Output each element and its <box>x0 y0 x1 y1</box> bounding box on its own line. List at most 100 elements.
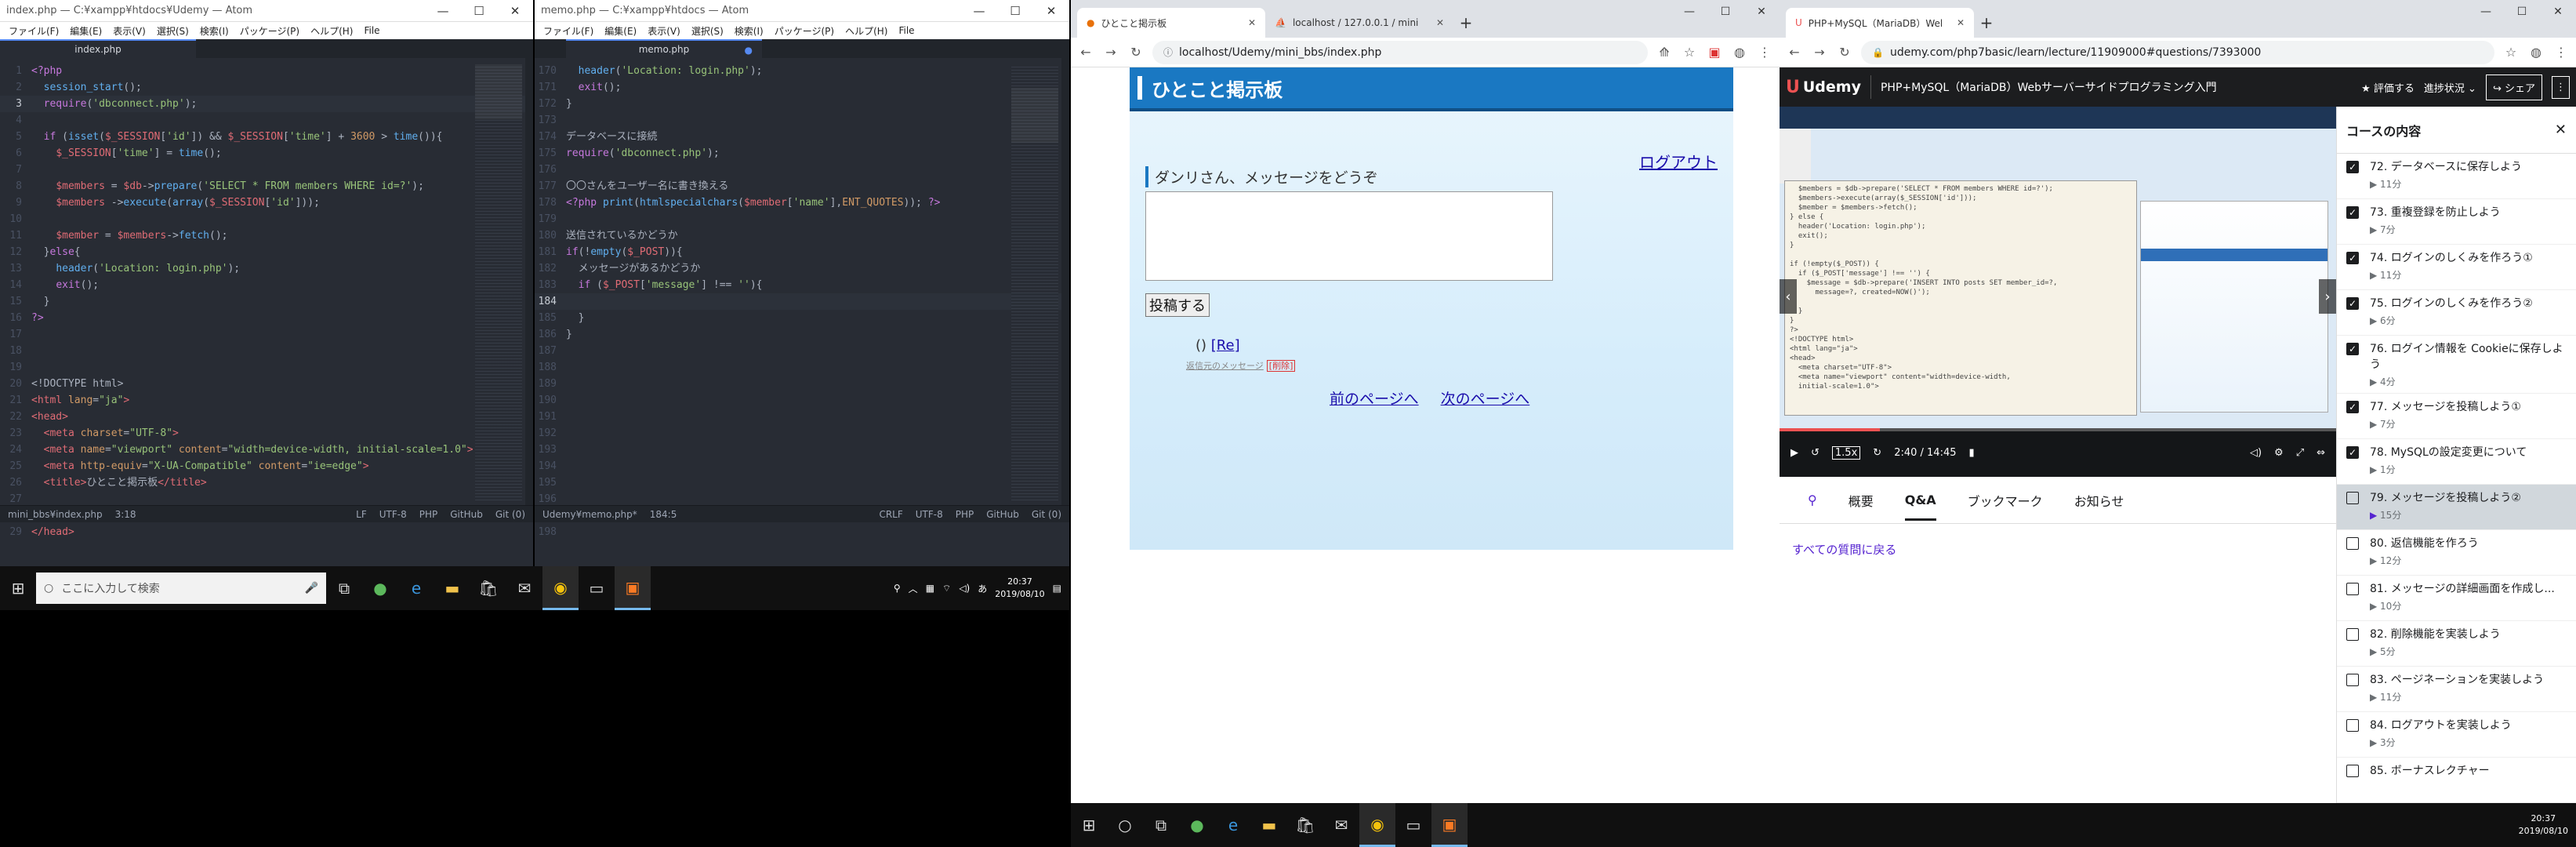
atom2-grammar[interactable]: PHP <box>956 509 974 520</box>
udemy-tab-0[interactable]: 概要 <box>1849 491 1874 510</box>
mail-icon[interactable]: ✉ <box>506 566 542 610</box>
lecture-checkbox[interactable]: ✓ <box>2346 401 2359 413</box>
minimize-icon[interactable]: — <box>2468 0 2504 24</box>
code-line[interactable]: 172} <box>535 96 1069 112</box>
code-line[interactable]: 26 <title>ひとこと掲示板</title> <box>0 474 533 491</box>
file-explorer-icon[interactable]: ▬ <box>434 566 470 610</box>
code-line[interactable]: 190 <box>535 392 1069 409</box>
star-icon[interactable]: ☆ <box>2502 45 2520 60</box>
code-line[interactable]: 179 <box>535 211 1069 227</box>
maximize-icon[interactable]: ☐ <box>2504 0 2540 24</box>
code-line[interactable]: 15 } <box>0 293 533 310</box>
lecture-item[interactable]: 80. 返信機能を作ろう ▶ 12分 <box>2337 530 2576 576</box>
code-line[interactable]: 8 $members = $db->prepare('SELECT * FROM… <box>0 178 533 194</box>
atom1-git[interactable]: Git (0) <box>495 509 525 520</box>
bookmark-icon[interactable]: ▮ <box>1969 447 1975 459</box>
course-title[interactable]: PHP+MySQL（MariaDB）Webサーバーサイドプログラミング入門 <box>1881 79 2352 95</box>
profile-icon[interactable]: ◍ <box>1731 45 1748 60</box>
udemy-logo[interactable]: U Udemy <box>1786 78 1861 97</box>
code-line[interactable]: 14 exit(); <box>0 277 533 293</box>
file-explorer-icon[interactable]: ▬ <box>1251 803 1287 847</box>
atom2-editor[interactable]: 170 header('Location: login.php'); 171 ex… <box>535 58 1069 538</box>
forward-icon[interactable]: → <box>1102 45 1119 60</box>
atom1-minimap[interactable] <box>475 64 522 500</box>
udemy-tab-2[interactable]: ブックマーク <box>1968 491 2043 510</box>
translate-icon[interactable]: ⟰ <box>1656 45 1673 60</box>
menu-item[interactable]: パッケージ(P) <box>769 24 840 38</box>
lecture-checkbox[interactable] <box>2346 537 2359 550</box>
atom2-git[interactable]: Git (0) <box>1032 509 1061 520</box>
search-icon[interactable]: ⚲ <box>1808 493 1817 507</box>
code-line[interactable]: 19 <box>0 359 533 376</box>
lecture-item[interactable]: 83. ページネーションを実装しよう ▶ 11分 <box>2337 667 2576 712</box>
edge-icon[interactable]: e <box>398 566 434 610</box>
close-icon[interactable]: ✕ <box>497 4 533 18</box>
menu-item[interactable]: 編集(E) <box>599 24 642 38</box>
menu-item[interactable]: ヘルプ(H) <box>840 24 893 38</box>
lecture-item[interactable]: ✓ 77. メッセージを投稿しよう① ▶ 7分 <box>2337 394 2576 439</box>
next-page-link[interactable]: 次のページへ <box>1441 387 1530 409</box>
people-icon[interactable]: ⚲ <box>894 583 901 594</box>
code-line[interactable]: 17 <box>0 326 533 343</box>
forward-icon[interactable]: → <box>1811 45 1828 60</box>
atom2-scrollbar[interactable] <box>1061 58 1069 505</box>
lecture-item[interactable]: ✓ 78. MySQLの設定変更について ▶ 1分 <box>2337 439 2576 485</box>
code-line[interactable]: 25 <meta http-equiv="X-UA-Compatible" co… <box>0 458 533 474</box>
windows-start-icon[interactable]: ⊞ <box>1071 803 1107 847</box>
terminal-icon[interactable]: ▭ <box>579 566 615 610</box>
lecture-item[interactable]: 79. メッセージを投稿しよう② ▶ 15分 <box>2337 485 2576 530</box>
menu-item[interactable]: 検索(I) <box>729 24 769 38</box>
code-line[interactable]: 23 <meta charset="UTF-8"> <box>0 425 533 442</box>
code-line[interactable]: 187 <box>535 343 1069 359</box>
menu-item[interactable]: ファイル(F) <box>3 24 64 38</box>
minimize-icon[interactable]: — <box>1671 0 1707 24</box>
atom1-encoding[interactable]: UTF-8 <box>379 509 407 520</box>
code-line[interactable]: 195 <box>535 474 1069 491</box>
profile-icon[interactable]: ◍ <box>2527 45 2545 60</box>
reply-source-link[interactable]: 返信元のメッセージ <box>1186 361 1264 371</box>
atom2-minimap[interactable] <box>1011 64 1058 500</box>
play-icon[interactable]: ▶ <box>1791 447 1798 459</box>
code-line[interactable]: 194 <box>535 458 1069 474</box>
share-button[interactable]: ↪ シェア <box>2485 74 2542 100</box>
reload-icon[interactable]: ↻ <box>1836 45 1853 60</box>
lecture-item[interactable]: ✓ 73. 重複登録を防止しよう ▶ 7分 <box>2337 199 2576 245</box>
back-icon[interactable]: ← <box>1077 45 1094 60</box>
code-line[interactable]: 175 require('dbconnect.php'); <box>535 145 1069 162</box>
code-line[interactable]: 11 $member = $members->fetch(); <box>0 227 533 244</box>
chrome-icon[interactable]: ◉ <box>1359 803 1395 847</box>
code-line[interactable]: 189 <box>535 376 1069 392</box>
maximize-icon[interactable]: ☐ <box>1707 0 1743 24</box>
reply-link[interactable]: [Re] <box>1211 337 1240 354</box>
code-line[interactable]: 182 メッセージがあるかどうか <box>535 260 1069 277</box>
app-green-icon[interactable]: ● <box>362 566 398 610</box>
wifi-icon[interactable]: ⌔ <box>942 583 951 594</box>
menu-item[interactable]: File <box>358 25 385 36</box>
code-line[interactable]: 4 <box>0 112 533 129</box>
speed-button[interactable]: 1.5x <box>1831 445 1861 460</box>
volume-icon[interactable]: ◁) <box>959 583 970 594</box>
code-line[interactable]: 9 $members ->execute(array($_SESSION['id… <box>0 194 533 211</box>
message-textarea[interactable] <box>1145 191 1553 281</box>
new-tab-icon[interactable]: + <box>1974 8 1999 38</box>
task-view-icon[interactable]: ⧉ <box>1143 803 1179 847</box>
code-line[interactable]: 7 <box>0 162 533 178</box>
code-line[interactable]: 12 }else{ <box>0 244 533 260</box>
menu-item[interactable]: ヘルプ(H) <box>305 24 358 38</box>
code-line[interactable]: 174 データベースに接続 <box>535 129 1069 145</box>
xampp-icon[interactable]: ▣ <box>1431 803 1468 847</box>
edge-icon[interactable]: e <box>1215 803 1251 847</box>
address-bar[interactable]: ⓘ localhost/Udemy/mini_bbs/index.php <box>1152 40 1648 64</box>
lecture-checkbox[interactable] <box>2346 492 2359 504</box>
lecture-checkbox[interactable]: ✓ <box>2346 446 2359 459</box>
lecture-item[interactable]: ✓ 74. ログインのしくみを作ろう① ▶ 11分 <box>2337 245 2576 290</box>
logout-link[interactable]: ログアウト <box>1639 150 1718 173</box>
code-line[interactable]: 20 <!DOCTYPE html> <box>0 376 533 392</box>
chrome-icon[interactable]: ◉ <box>542 566 579 610</box>
code-line[interactable]: 180 送信されているかどうか <box>535 227 1069 244</box>
code-line[interactable]: 1 <?php <box>0 63 533 79</box>
terminal-icon[interactable]: ▭ <box>1395 803 1431 847</box>
rate-button[interactable]: ★ 評価する <box>2361 80 2415 95</box>
lecture-checkbox[interactable] <box>2346 628 2359 641</box>
code-line[interactable]: 177 〇〇さんをユーザー名に書き換える <box>535 178 1069 194</box>
